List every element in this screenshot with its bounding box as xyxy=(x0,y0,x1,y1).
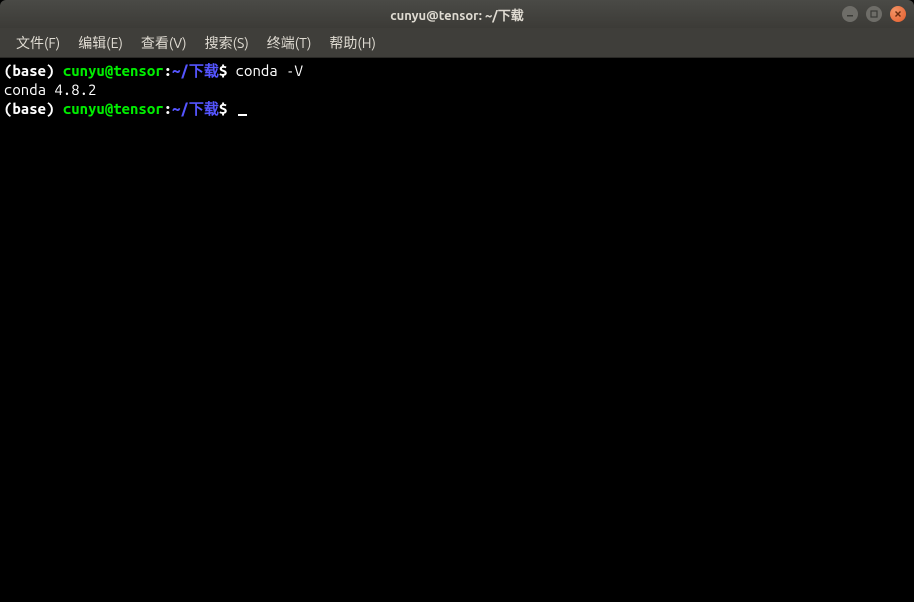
menu-view[interactable]: 查看(V) xyxy=(133,29,195,57)
prompt-dollar: $ xyxy=(219,100,236,117)
menu-search[interactable]: 搜索(S) xyxy=(197,29,257,57)
window-title: cunyu@tensor: ~/下载 xyxy=(390,5,524,24)
menu-terminal[interactable]: 终端(T) xyxy=(259,29,320,57)
maximize-button[interactable] xyxy=(866,6,882,22)
menu-help[interactable]: 帮助(H) xyxy=(321,29,384,57)
prompt-env: (base) xyxy=(4,62,63,79)
output-text: conda 4.8.2 xyxy=(4,81,96,98)
minimize-icon xyxy=(846,10,854,18)
prompt-colon: : xyxy=(164,62,172,79)
prompt-dollar: $ xyxy=(219,62,236,79)
prompt-user: cunyu@tensor xyxy=(63,62,164,79)
cursor-icon xyxy=(238,114,247,116)
close-icon xyxy=(894,10,902,18)
command-text: conda -V xyxy=(236,62,303,79)
minimize-button[interactable] xyxy=(842,6,858,22)
menu-file[interactable]: 文件(F) xyxy=(8,29,68,57)
prompt-path: ~/下载 xyxy=(172,62,219,79)
terminal-body[interactable]: (base) cunyu@tensor:~/下载$ conda -V conda… xyxy=(0,58,914,602)
prompt-user: cunyu@tensor xyxy=(63,100,164,117)
close-button[interactable] xyxy=(890,6,906,22)
prompt-path: ~/下载 xyxy=(172,100,219,117)
prompt-colon: : xyxy=(164,100,172,117)
window-controls xyxy=(842,6,906,22)
terminal-line: (base) cunyu@tensor:~/下载$ xyxy=(4,100,910,119)
prompt-env: (base) xyxy=(4,100,63,117)
window-titlebar: cunyu@tensor: ~/下载 xyxy=(0,0,914,28)
terminal-line: (base) cunyu@tensor:~/下载$ conda -V xyxy=(4,62,910,81)
menubar: 文件(F) 编辑(E) 查看(V) 搜索(S) 终端(T) 帮助(H) xyxy=(0,28,914,58)
menu-edit[interactable]: 编辑(E) xyxy=(70,29,131,57)
terminal-line: conda 4.8.2 xyxy=(4,81,910,100)
maximize-icon xyxy=(870,10,878,18)
